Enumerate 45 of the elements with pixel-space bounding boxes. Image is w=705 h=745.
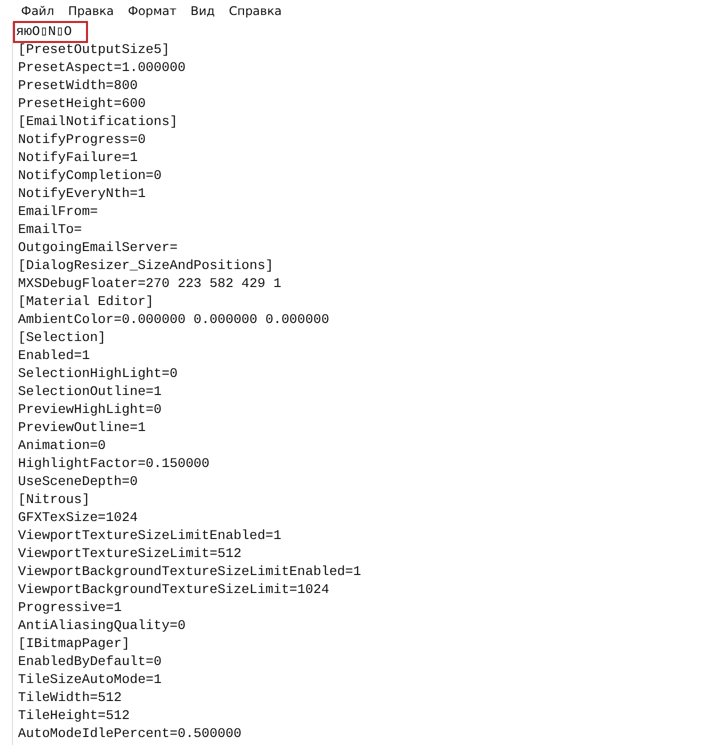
text-line: UseSceneDepth=0 bbox=[18, 473, 138, 491]
text-line: [PresetOutputSize5] bbox=[18, 41, 170, 59]
text-line: GFXTexSize=1024 bbox=[18, 509, 138, 527]
text-line: EnabledByDefault=0 bbox=[18, 653, 162, 671]
text-line: [Material Editor] bbox=[18, 293, 154, 311]
text-line: NotifyFailure=1 bbox=[18, 149, 138, 167]
text-line: HighlightFactor=0.150000 bbox=[18, 455, 210, 473]
text-line: SelectionHighLight=0 bbox=[18, 365, 178, 383]
text-line: яюO▯N▯O bbox=[15, 23, 86, 41]
text-line: EmailTo= bbox=[18, 221, 82, 239]
menu-item[interactable]: Правка bbox=[61, 4, 121, 18]
text-line: PreviewHighLight=0 bbox=[18, 401, 162, 419]
text-line: ViewportBackgroundTextureSizeLimitEnabled=1 bbox=[18, 563, 362, 581]
menu-item[interactable]: Формат bbox=[120, 4, 184, 18]
text-line: ViewportBackgroundTextureSizeLimit=1024 bbox=[18, 581, 330, 599]
text-line: [IBitmapPager] bbox=[18, 635, 130, 653]
text-line: ViewportTextureSizeLimit=512 bbox=[18, 545, 242, 563]
text-line: Enabled=1 bbox=[18, 347, 90, 365]
text-line: NotifyProgress=0 bbox=[18, 131, 146, 149]
text-line: AntiAliasingQuality=0 bbox=[18, 617, 186, 635]
text-line: PresetHeight=600 bbox=[18, 95, 146, 113]
text-line: NotifyCompletion=0 bbox=[18, 167, 162, 185]
menu-item[interactable]: Файл bbox=[14, 4, 62, 18]
text-line: [Selection] bbox=[18, 329, 106, 347]
text-line: PresetWidth=800 bbox=[18, 77, 138, 95]
text-line: [DialogResizer_SizeAndPositions] bbox=[18, 257, 274, 275]
text-line: Progressive=1 bbox=[18, 599, 122, 617]
text-line: ViewportTextureSizeLimitEnabled=1 bbox=[18, 527, 282, 545]
text-line: SelectionOutline=1 bbox=[18, 383, 162, 401]
text-line: OutgoingEmailServer= bbox=[18, 239, 178, 257]
text-line: MXSDebugFloater=270 223 582 429 1 bbox=[18, 275, 282, 293]
text-line: AmbientColor=0.000000 0.000000 0.000000 bbox=[18, 311, 330, 329]
text-line: TileSizeAutoMode=1 bbox=[18, 671, 162, 689]
text-line: [Nitrous] bbox=[18, 491, 90, 509]
text-line: AutoModeIdlePercent=0.500000 bbox=[18, 725, 242, 743]
menu-item[interactable]: Справка bbox=[222, 4, 289, 18]
text-line: Animation=0 bbox=[18, 437, 106, 455]
text-line: PreviewOutline=1 bbox=[18, 419, 146, 437]
text-line: NotifyEveryNth=1 bbox=[18, 185, 146, 203]
text-line: PresetAspect=1.000000 bbox=[18, 59, 186, 77]
text-line: TileHeight=512 bbox=[18, 707, 130, 725]
text-line: EmailFrom= bbox=[18, 203, 98, 221]
text-line: TileWidth=512 bbox=[18, 689, 122, 707]
menu-item[interactable]: Вид bbox=[184, 4, 222, 18]
text-line: [EmailNotifications] bbox=[18, 113, 178, 131]
